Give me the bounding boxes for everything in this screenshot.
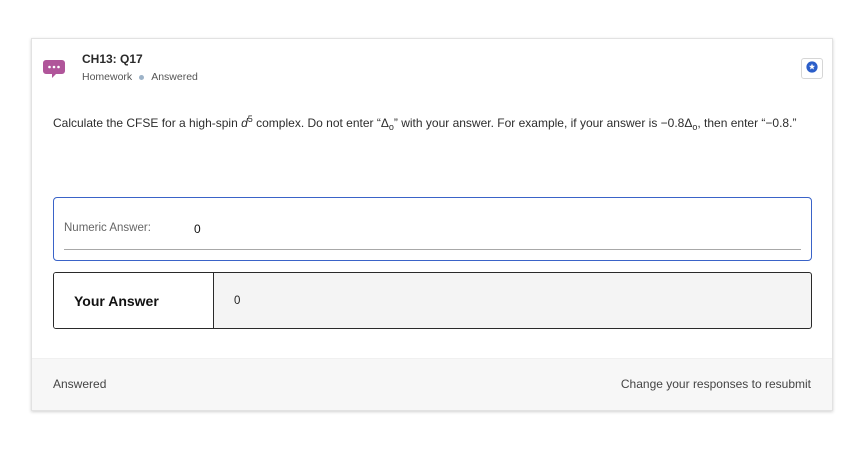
your-answer-value: 0 — [234, 295, 241, 307]
footer-status: Answered — [53, 377, 107, 391]
question-status: Answered — [151, 71, 198, 83]
question-footer: Answered Change your responses to resubm… — [32, 358, 832, 410]
question-meta: Homework Answered — [82, 71, 198, 83]
star-icon — [806, 60, 818, 78]
question-text: Calculate the CFSE for a high-spin d5 co… — [53, 114, 797, 132]
star-button[interactable] — [801, 58, 823, 79]
resubmit-note: Change your responses to resubmit — [620, 377, 811, 391]
question-type: Homework — [82, 71, 133, 83]
question-header: CH13: Q17 Homework Answered — [32, 39, 832, 99]
your-answer-label-cell: Your Answer — [54, 273, 214, 328]
input-underline — [64, 249, 801, 250]
numeric-answer-field[interactable]: Numeric Answer: 0 — [53, 197, 812, 261]
question-card: CH13: Q17 Homework Answered Calculate th… — [31, 38, 833, 411]
separator-dot — [139, 74, 145, 80]
your-answer-table: Your Answer 0 — [53, 272, 812, 329]
numeric-answer-label: Numeric Answer: — [64, 222, 151, 234]
numeric-answer-input[interactable]: 0 — [194, 222, 201, 236]
your-answer-label: Your Answer — [74, 293, 159, 309]
question-title: CH13: Q17 — [82, 52, 143, 66]
chat-bubble-icon[interactable] — [42, 56, 66, 80]
